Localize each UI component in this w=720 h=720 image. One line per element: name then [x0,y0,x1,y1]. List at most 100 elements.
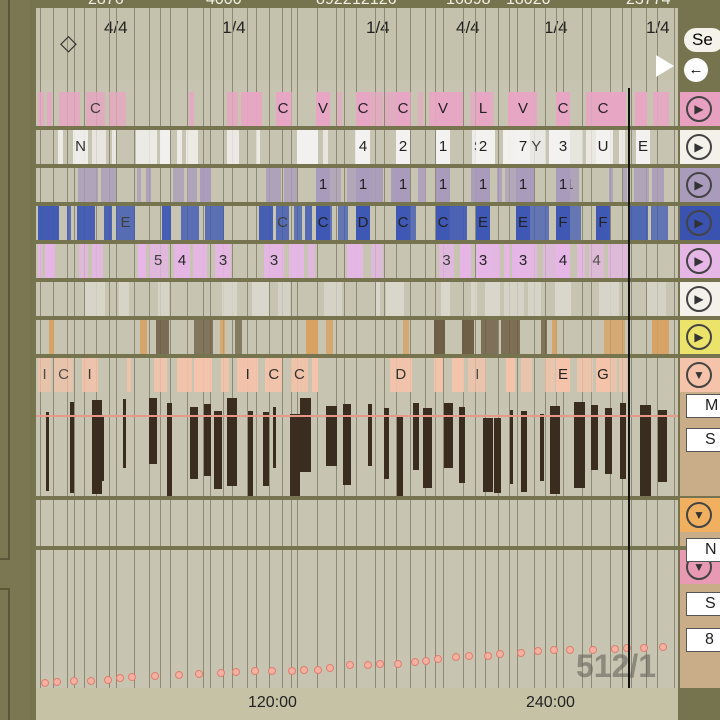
clip[interactable]: 2 [396,130,410,164]
clip[interactable] [329,168,341,202]
track-header[interactable]: ▶ [680,92,720,126]
clip[interactable] [633,168,649,202]
clip[interactable]: C [316,206,330,240]
automation-point[interactable] [483,651,492,660]
automation-point[interactable] [268,667,277,676]
clip[interactable] [277,282,290,316]
track-header[interactable]: ▶ [680,244,720,278]
clip[interactable] [140,320,148,354]
clip[interactable]: 3 [263,244,285,278]
clip[interactable]: E [516,206,530,240]
clip[interactable] [551,320,557,354]
clip[interactable]: 1 [476,168,490,202]
track-header[interactable]: ▶ [680,282,720,316]
track-header[interactable]: ▶ [680,130,720,164]
clip[interactable] [38,244,43,278]
clip[interactable]: E [636,130,650,164]
clip[interactable] [385,92,396,126]
clip[interactable]: 1 [516,168,530,202]
automation-point[interactable] [517,648,526,657]
clip[interactable]: C [356,92,370,126]
clip[interactable]: C [85,92,105,126]
clip[interactable]: E [556,358,570,392]
playhead[interactable] [628,88,630,688]
clip[interactable]: 4 [356,130,370,164]
clip[interactable] [66,206,71,240]
automation-line[interactable] [36,415,678,417]
clip[interactable] [111,130,117,164]
play-icon[interactable]: ▶ [686,286,712,312]
clip[interactable] [520,358,532,392]
search-button[interactable]: Se [684,28,720,52]
clip[interactable] [527,206,550,240]
track-parameter-field[interactable]: M [686,394,720,418]
track-header[interactable]: ▶ [680,206,720,240]
automation-point[interactable] [104,675,113,684]
track-header[interactable]: ▶ [680,168,720,202]
clip[interactable]: C [396,206,410,240]
clip[interactable] [417,92,424,126]
clip[interactable] [136,130,157,164]
clip[interactable]: V [516,92,530,126]
clip[interactable]: 3 [516,244,530,278]
clip[interactable] [293,206,303,240]
play-icon[interactable]: ▶ [686,96,712,122]
automation-point[interactable] [217,669,226,678]
clip[interactable]: C [53,358,74,392]
clip[interactable] [159,130,171,164]
clip[interactable] [576,244,585,278]
clip[interactable] [471,282,477,316]
track-lane[interactable]: ICIICCDIEG [36,358,678,496]
track-header[interactable]: ▼ [680,358,720,392]
automation-point[interactable] [232,667,241,676]
clip[interactable] [608,244,630,278]
automation-point[interactable] [116,673,125,682]
clip[interactable] [610,358,618,392]
clip[interactable]: 3 [214,244,232,278]
clip[interactable]: C [556,92,570,126]
automation-point[interactable] [375,660,384,669]
time-signature-marker[interactable]: 1/4 [366,18,390,38]
clip[interactable] [503,244,510,278]
automation-point[interactable] [41,678,49,687]
clip[interactable] [623,168,628,202]
clip[interactable]: C [396,92,410,126]
clip[interactable] [541,320,548,354]
clip[interactable] [222,282,237,316]
play-icon[interactable]: ▶ [686,172,712,198]
clip[interactable] [173,168,184,202]
track-lane[interactable]: 543334334 [36,244,678,278]
automation-point[interactable] [87,676,96,685]
play-icon[interactable]: ▶ [686,210,712,236]
loop-marker-icon[interactable]: ◇ [60,30,77,56]
clip[interactable]: I [38,358,52,392]
track-lane[interactable] [36,320,678,354]
clip[interactable]: 5 [148,244,168,278]
clip[interactable] [100,168,117,202]
track-lane[interactable]: ECCDCCEEFF [36,206,678,240]
track-lane[interactable]: 111111111 [36,168,678,202]
clip[interactable] [235,320,242,354]
clip[interactable]: 1 [556,168,570,202]
clip[interactable] [501,320,521,354]
automation-point[interactable] [250,667,259,676]
clip[interactable] [608,168,614,202]
fold-toggle-icon[interactable]: ▼ [686,502,712,528]
clip[interactable]: C [276,206,289,240]
clip[interactable] [193,358,212,392]
clip[interactable] [375,282,380,316]
automation-point[interactable] [346,661,355,670]
clip[interactable] [371,244,383,278]
clip[interactable] [176,130,183,164]
clip[interactable] [103,206,112,240]
clip[interactable] [305,206,313,240]
automation-point[interactable] [565,646,574,655]
track-lane[interactable]: CCVCCVLVCC [36,92,678,126]
clip[interactable] [38,92,45,126]
clip[interactable] [137,168,142,202]
clip[interactable] [336,92,342,126]
clip[interactable] [385,282,405,316]
clip[interactable] [646,282,667,316]
automation-point[interactable] [52,677,61,686]
clip[interactable] [45,244,55,278]
